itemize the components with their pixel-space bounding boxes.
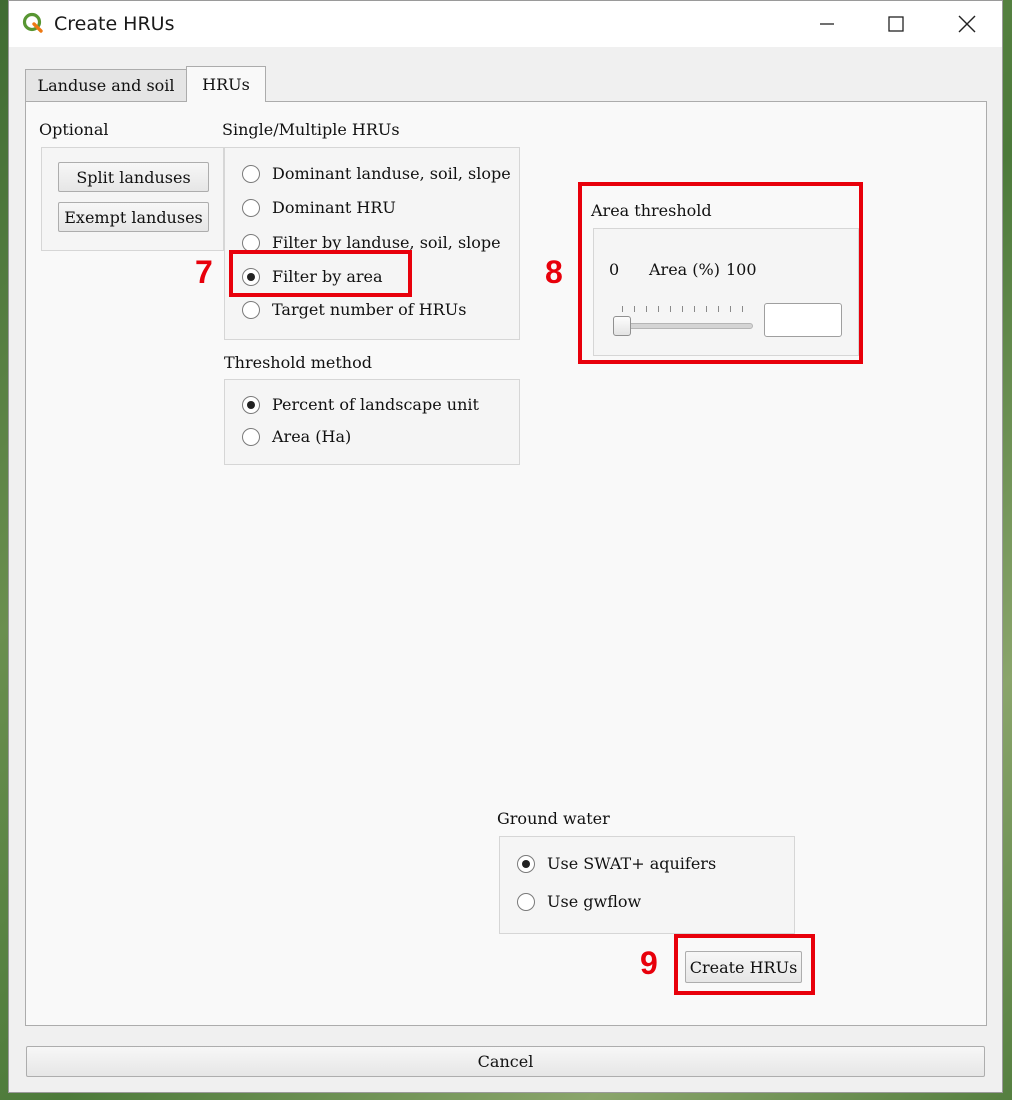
radio-label: Area (Ha) bbox=[272, 427, 352, 446]
optional-heading: Optional bbox=[39, 120, 109, 139]
callout-box-filter-by-area bbox=[229, 250, 412, 297]
radio-indicator bbox=[242, 198, 260, 217]
radio-indicator bbox=[242, 427, 260, 446]
radio-area-ha[interactable]: Area (Ha) bbox=[242, 427, 351, 446]
radio-indicator bbox=[242, 164, 260, 183]
maximize-icon bbox=[888, 16, 904, 32]
window-title: Create HRUs bbox=[54, 13, 175, 35]
cancel-button[interactable]: Cancel bbox=[26, 1046, 985, 1077]
radio-indicator bbox=[242, 233, 260, 252]
ground-water-heading: Ground water bbox=[497, 809, 610, 828]
tab-label: Landuse and soil bbox=[37, 76, 175, 95]
ground-water-group: Use SWAT+ aquifers Use gwflow bbox=[499, 836, 795, 934]
radio-label: Dominant HRU bbox=[272, 198, 396, 217]
radio-label: Use SWAT+ aquifers bbox=[547, 854, 717, 873]
exempt-landuses-button[interactable]: Exempt landuses bbox=[58, 202, 209, 232]
radio-indicator bbox=[517, 892, 535, 911]
radio-dominant-hru[interactable]: Dominant HRU bbox=[242, 198, 396, 217]
callout-number-9: 9 bbox=[640, 945, 658, 981]
split-landuses-button[interactable]: Split landuses bbox=[58, 162, 209, 192]
threshold-method-heading: Threshold method bbox=[224, 353, 372, 372]
hru-mode-heading: Single/Multiple HRUs bbox=[222, 120, 400, 139]
hru-mode-group: Dominant landuse, soil, slope Dominant H… bbox=[224, 147, 520, 340]
radio-label: Target number of HRUs bbox=[272, 300, 467, 319]
title-bar: Create HRUs bbox=[9, 1, 1002, 47]
radio-indicator-selected bbox=[242, 395, 260, 414]
minimize-icon bbox=[820, 23, 834, 25]
close-button[interactable] bbox=[944, 1, 990, 47]
radio-label: Percent of landscape unit bbox=[272, 395, 479, 414]
radio-use-swat-aquifers[interactable]: Use SWAT+ aquifers bbox=[517, 854, 716, 873]
radio-label: Dominant landuse, soil, slope bbox=[272, 164, 511, 183]
radio-label: Use gwflow bbox=[547, 892, 642, 911]
callout-box-area-threshold bbox=[578, 182, 863, 364]
minimize-button[interactable] bbox=[804, 1, 850, 47]
radio-percent-of-landscape-unit[interactable]: Percent of landscape unit bbox=[242, 395, 479, 414]
optional-group: Split landuses Exempt landuses bbox=[41, 147, 224, 251]
tab-label: HRUs bbox=[202, 75, 250, 94]
radio-indicator-selected bbox=[517, 854, 535, 873]
radio-indicator bbox=[242, 300, 260, 319]
radio-target-number-of-hrus[interactable]: Target number of HRUs bbox=[242, 300, 466, 319]
qgis-logo-icon bbox=[22, 12, 43, 33]
callout-number-8: 8 bbox=[545, 254, 563, 290]
tab-hrus[interactable]: HRUs bbox=[186, 66, 266, 102]
maximize-button[interactable] bbox=[873, 1, 919, 47]
create-hrus-dialog: Create HRUs Landuse and soil HRUs Option… bbox=[8, 0, 1003, 1093]
radio-dominant-landuse-soil-slope[interactable]: Dominant landuse, soil, slope bbox=[242, 164, 511, 183]
tab-landuse-and-soil[interactable]: Landuse and soil bbox=[25, 69, 187, 101]
callout-box-create-hrus bbox=[674, 934, 815, 995]
callout-number-7: 7 bbox=[195, 254, 213, 290]
radio-use-gwflow[interactable]: Use gwflow bbox=[517, 892, 641, 911]
close-icon bbox=[958, 15, 976, 33]
threshold-method-group: Percent of landscape unit Area (Ha) bbox=[224, 379, 520, 465]
